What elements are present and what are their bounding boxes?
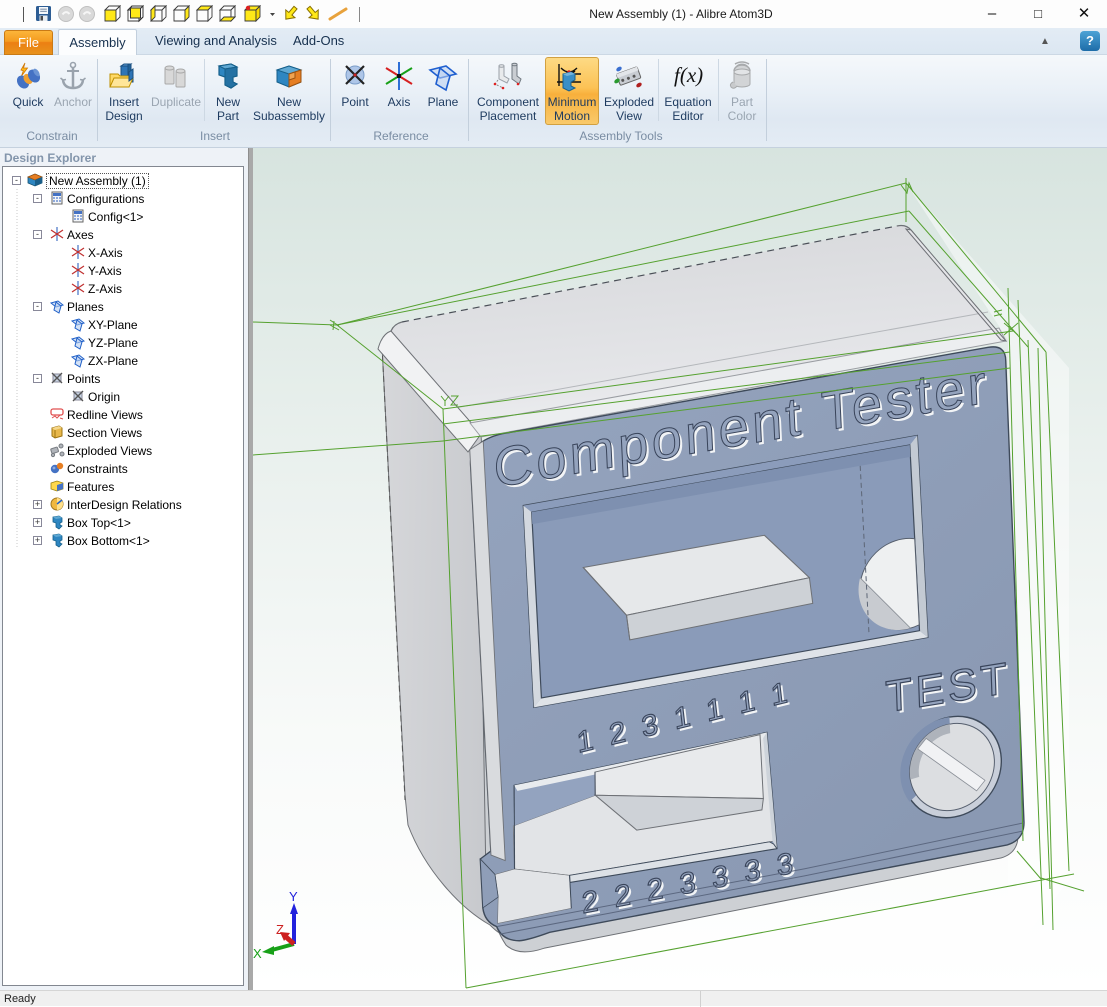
svg-text:Y: Y	[289, 889, 298, 904]
svg-text:X: X	[253, 946, 262, 961]
svg-text:Z: Z	[276, 922, 284, 937]
svg-text:f(x): f(x)	[674, 63, 703, 87]
